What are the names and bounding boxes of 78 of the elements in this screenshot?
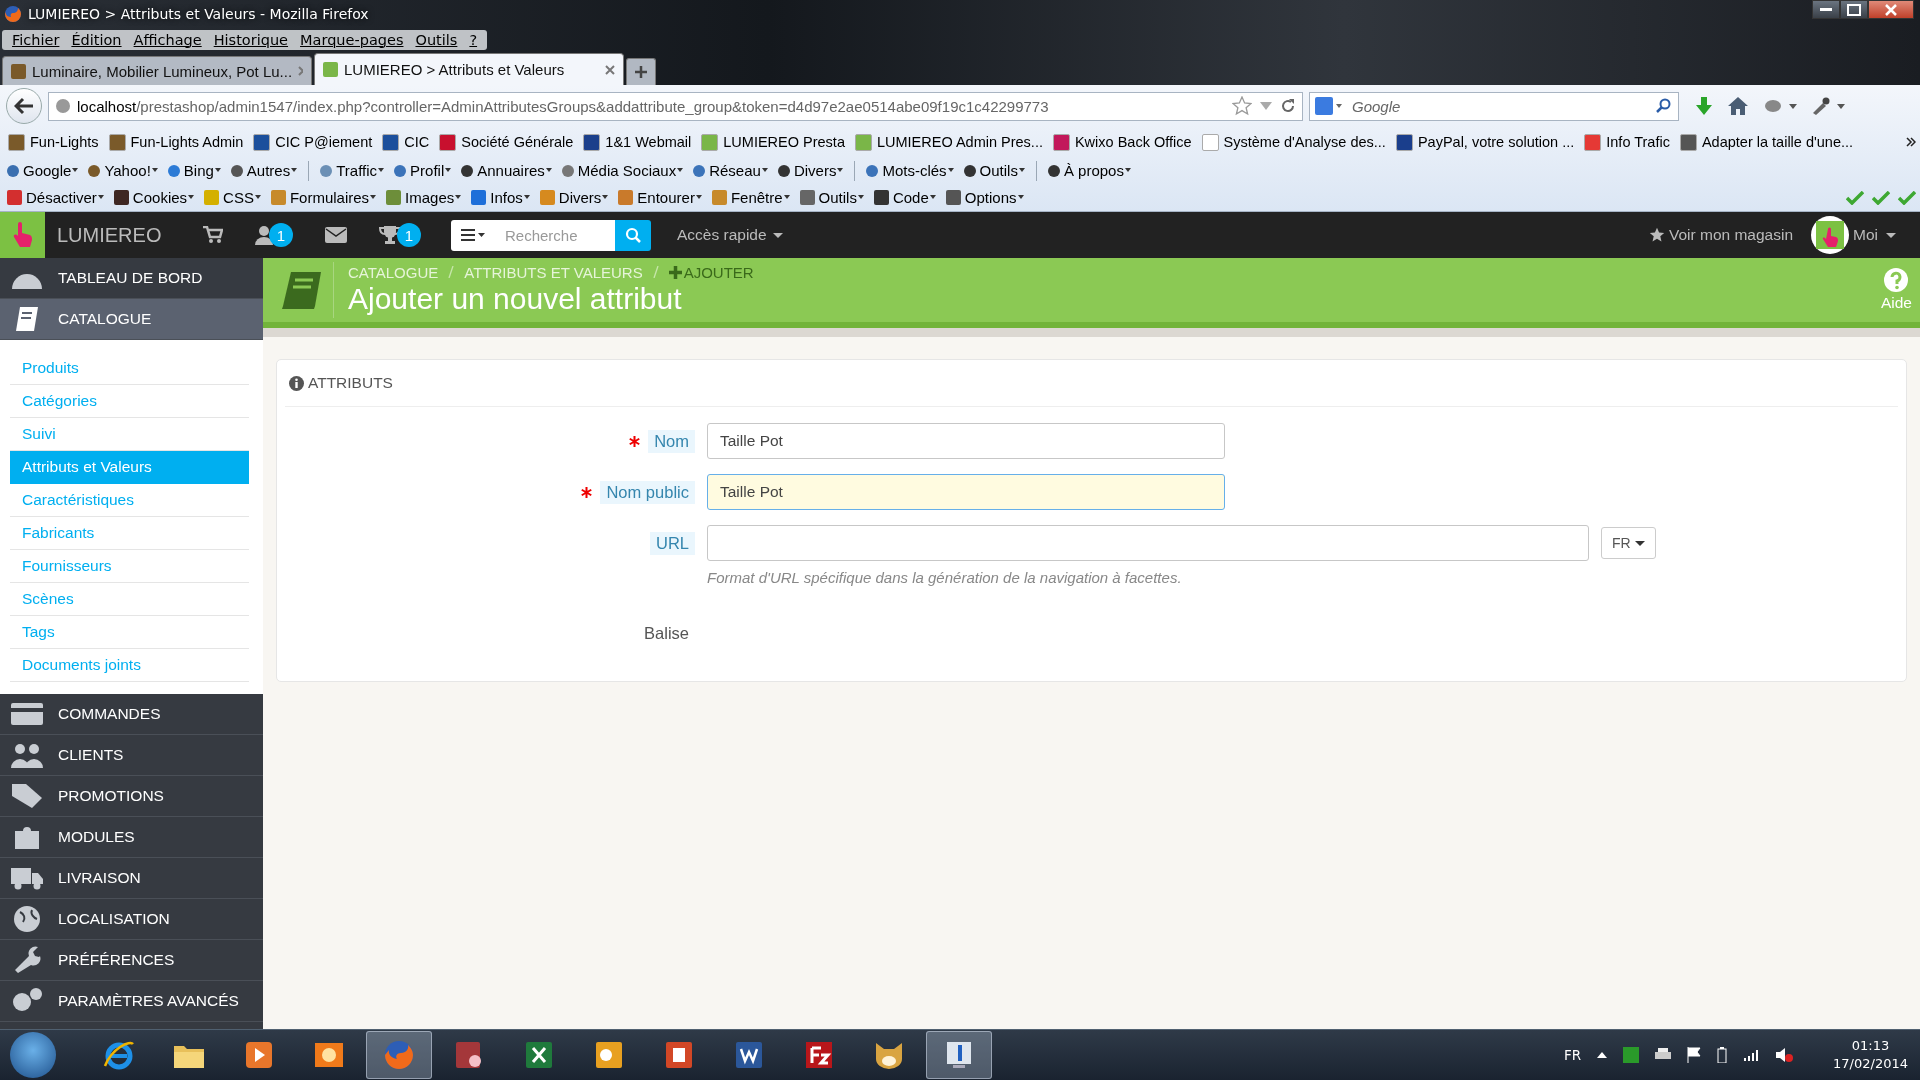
notification-badge: 1	[397, 223, 421, 247]
panel-title: ATTRIBUTS	[308, 374, 393, 392]
toolbar-menu[interactable]: Bing	[164, 162, 224, 179]
sidebar-item[interactable]: CLIENTS	[0, 735, 263, 776]
toolbar-menu[interactable]: Formulaires	[267, 189, 380, 206]
bookmark-link[interactable]: 1&1 Webmail	[579, 133, 696, 151]
toolbar-menu[interactable]: À propos	[1044, 162, 1134, 179]
user-menu[interactable]: Moi	[1853, 226, 1896, 244]
toolbar-menu[interactable]: Profil	[391, 162, 455, 179]
menu-item[interactable]: Marque-pages	[294, 29, 410, 50]
toolbar-menu[interactable]: Outils	[960, 162, 1028, 179]
toolbar-menu[interactable]: Outils	[796, 189, 867, 206]
toolbar-menu[interactable]: Cookies	[110, 189, 198, 206]
toolbar-menu[interactable]: Images	[383, 189, 465, 206]
search-field[interactable]: Recherche	[495, 219, 615, 251]
toolbar-menu[interactable]: Mots-clés	[863, 162, 957, 179]
field-label: URL	[650, 531, 695, 555]
bookmark-link[interactable]: LUMIEREO Presta	[697, 133, 849, 151]
bookmark-link[interactable]: CIC P@iement	[249, 133, 377, 151]
field-label: Nom	[648, 429, 695, 453]
menu-item[interactable]: Historique	[207, 29, 295, 50]
bookmark-link[interactable]: PayPal, votre solution ...	[1391, 133, 1579, 151]
field-label: Balise	[643, 622, 690, 644]
toolbar-menu[interactable]: Infos	[468, 189, 533, 206]
bookmark-link[interactable]: Kwixo Back Office	[1048, 133, 1196, 151]
input-field[interactable]: Taille Pot	[707, 474, 1225, 510]
toolbar-menu[interactable]: Fenêtre	[708, 189, 793, 206]
toolbar-menu[interactable]: Désactiver	[4, 189, 107, 206]
toolbar-menu[interactable]: Divers	[536, 189, 612, 206]
bookmark-link[interactable]: Fun-Lights Admin	[104, 133, 248, 151]
browser-tab[interactable]: Luminaire, Mobilier Lumineux, Pot Lu...	[2, 56, 312, 85]
quick-access-menu[interactable]: Accès rapide	[677, 226, 783, 244]
menu-item[interactable]: Outils	[409, 29, 464, 50]
sidebar-item[interactable]: PRÉFÉRENCES	[0, 940, 263, 981]
window-title: LUMIEREO > Attributs et Valeurs - Mozilla Firefox	[28, 5, 369, 22]
input-field[interactable]: Taille Pot	[707, 423, 1225, 459]
menu-item[interactable]: Affichage	[127, 29, 208, 50]
sidebar-item[interactable]: MODULES	[0, 817, 263, 858]
toolbar-menu[interactable]: Autres	[227, 162, 301, 179]
help-text: Format d'URL spécifique dans la génération de la navigation à facettes.	[707, 569, 1183, 586]
toolbar-menu[interactable]: Média Sociaux	[558, 162, 687, 179]
sidebar-item[interactable]: LIVRAISON	[0, 858, 263, 899]
menu-item[interactable]: Fichier	[6, 29, 66, 50]
clock[interactable]: 01:13 17/02/2014	[1833, 1037, 1908, 1073]
search-field[interactable]: Google	[1309, 91, 1679, 121]
language-indicator[interactable]: FR	[1563, 1047, 1582, 1063]
bookmark-link[interactable]: Système d'Analyse des...	[1197, 133, 1390, 151]
bookmark-link[interactable]: Adapter la taille d'une...	[1675, 133, 1858, 151]
menu-item[interactable]: Édition	[65, 29, 128, 50]
address-bar[interactable]: localhost/prestashop/admin1547/index.php?controller=AdminAttributesGroups&addattribute_group&token=d4d97e2ae0514abe09f19c1c42299773	[48, 91, 1303, 121]
toolbar-menu[interactable]: Yahoo!	[85, 162, 161, 179]
toolbar-menu[interactable]: Options	[942, 189, 1027, 206]
toolbar-menu[interactable]: Code	[870, 189, 939, 206]
browser-tab[interactable]: LUMIEREO > Attributs et Valeurs	[314, 53, 624, 85]
sidebar-item[interactable]: CATALOGUE	[0, 299, 263, 340]
notification-badge: 1	[269, 223, 293, 247]
toolbar-menu[interactable]: Réseau	[690, 162, 771, 179]
toolbar-menu[interactable]: Annuaires	[458, 162, 555, 179]
bookmark-link[interactable]: Fun-Lights	[4, 133, 103, 151]
toolbar-menu[interactable]: Google	[4, 162, 82, 179]
bookmark-link[interactable]: Info Trafic	[1580, 133, 1674, 151]
field-label: Nom public	[600, 480, 695, 504]
sidebar-item[interactable]: COMMANDES	[0, 694, 263, 735]
language-dropdown[interactable]: FR	[1601, 527, 1656, 559]
breadcrumb-current: AJOUTER	[668, 263, 754, 281]
view-shop-link[interactable]: Voir mon magasin	[1648, 226, 1793, 244]
sidebar-item[interactable]: PROMOTIONS	[0, 776, 263, 817]
toolbar-menu[interactable]: Entourer	[615, 189, 705, 206]
bookmark-link[interactable]: CIC	[378, 133, 434, 151]
toolbar-menu[interactable]: CSS	[201, 189, 264, 206]
toolbar-menu[interactable]: Traffic	[317, 162, 388, 179]
bookmark-link[interactable]: LUMIEREO Admin Pres...	[850, 133, 1047, 151]
sidebar-item[interactable]: LOCALISATION	[0, 899, 263, 940]
toolbar-menu[interactable]: Divers	[774, 162, 847, 179]
menu-item[interactable]: ?	[463, 29, 484, 50]
bookmark-link[interactable]: Société Générale	[435, 133, 578, 151]
sidebar-item[interactable]: PARAMÈTRES AVANCÉS	[0, 981, 263, 1022]
page-title: Ajouter un nouvel attribut	[348, 280, 683, 317]
